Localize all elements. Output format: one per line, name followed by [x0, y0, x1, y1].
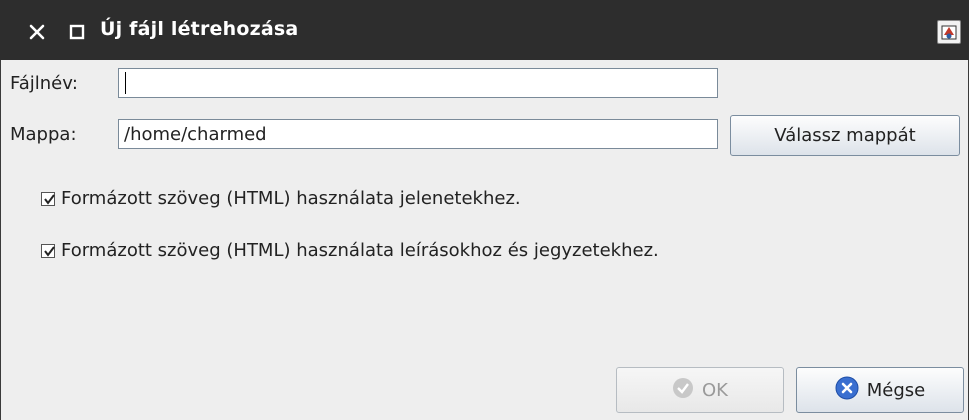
folder-label: Mappa:	[10, 124, 77, 145]
filename-input[interactable]	[118, 68, 718, 98]
html-scenes-option[interactable]: Formázott szöveg (HTML) használata jelen…	[41, 188, 521, 209]
cancel-label: Mégse	[866, 379, 926, 401]
app-menu-icon[interactable]	[937, 20, 961, 44]
ok-check-icon	[672, 377, 694, 404]
cancel-button[interactable]: Mégse	[796, 367, 964, 413]
close-icon[interactable]	[28, 23, 46, 41]
html-notes-checkbox[interactable]	[41, 243, 55, 258]
folder-input[interactable]	[118, 119, 718, 149]
maximize-icon[interactable]	[69, 24, 85, 40]
html-notes-option[interactable]: Formázott szöveg (HTML) használata leírá…	[41, 240, 659, 261]
html-scenes-checkbox[interactable]	[41, 191, 55, 206]
window-title: Új fájl létrehozása	[100, 18, 299, 40]
cancel-x-icon	[835, 376, 859, 405]
choose-folder-label: Válassz mappát	[774, 125, 916, 146]
window-border-left	[0, 60, 1, 420]
window-titlebar: Új fájl létrehozása	[0, 0, 969, 60]
html-notes-label: Formázott szöveg (HTML) használata leírá…	[61, 240, 659, 261]
ok-button[interactable]: OK	[616, 367, 784, 413]
html-scenes-label: Formázott szöveg (HTML) használata jelen…	[61, 188, 521, 209]
ok-label: OK	[702, 379, 728, 401]
text-caret	[125, 72, 126, 94]
filename-label: Fájlnév:	[10, 73, 78, 94]
choose-folder-button[interactable]: Válassz mappát	[730, 115, 960, 156]
